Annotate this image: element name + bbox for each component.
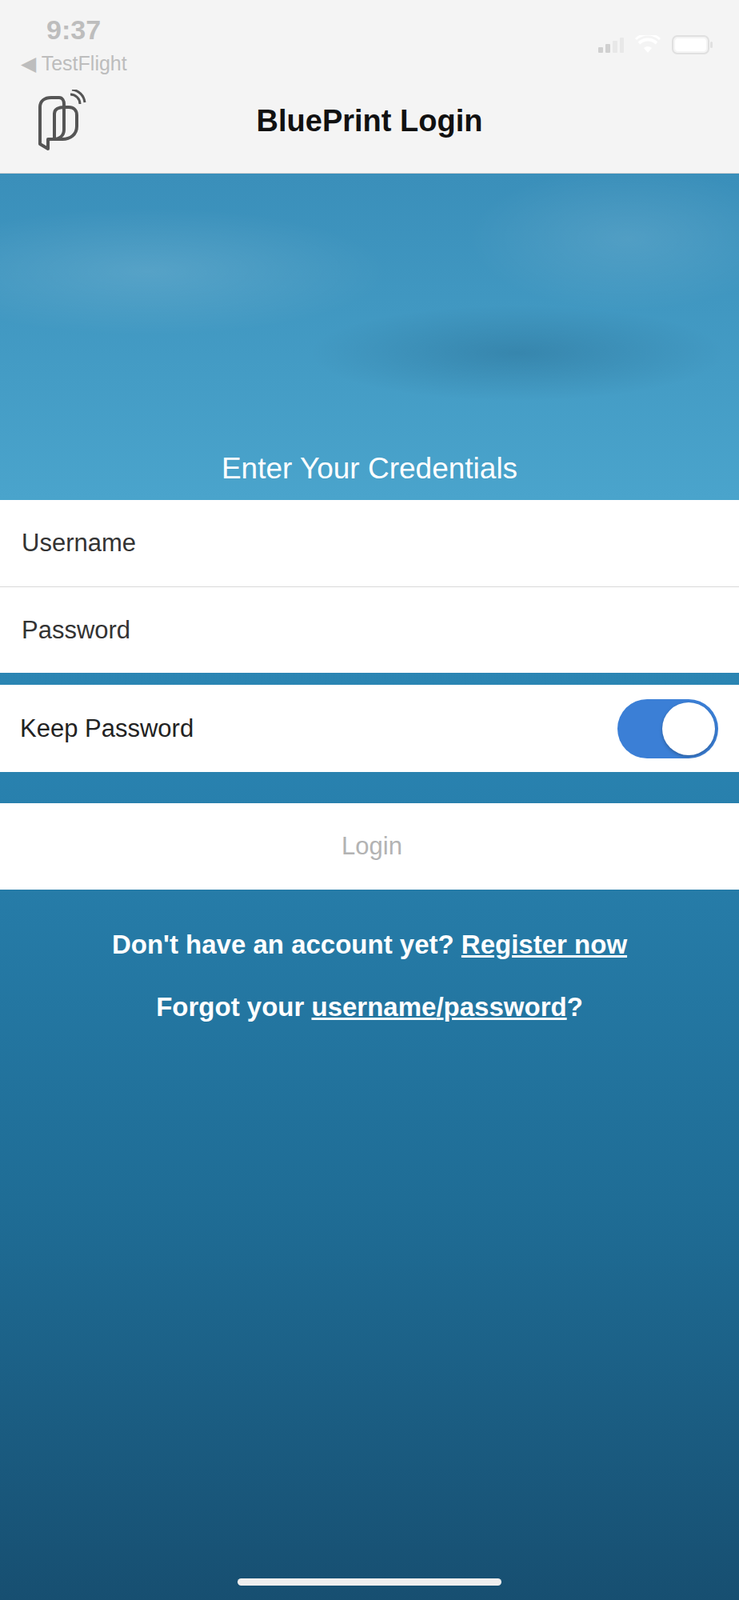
text-field[interactable]	[19, 615, 720, 646]
forgot-line: Forgot your username/password?	[155, 991, 584, 1023]
forgot-password-link[interactable]: password	[443, 991, 568, 1022]
forgot-separator: /	[435, 991, 444, 1022]
credentials-group	[0, 499, 739, 673]
signal-icon	[598, 36, 624, 53]
hero-banner: Enter Your Credentials	[0, 173, 739, 500]
field-row	[0, 586, 739, 673]
status-time: 9:37	[20, 14, 128, 46]
home-indicator	[237, 1577, 502, 1586]
blueprint-logo-icon	[35, 89, 88, 152]
text-field[interactable]	[19, 527, 720, 559]
switch-knob	[662, 702, 716, 755]
nav-bar: BluePrint Login	[0, 79, 739, 173]
back-to-testflight[interactable]: ◀ TestFlight	[20, 51, 128, 76]
battery-icon	[671, 35, 714, 55]
field-row	[0, 499, 739, 587]
wifi-icon	[635, 35, 661, 55]
login-button[interactable]: Login	[0, 802, 739, 890]
login-group: Login	[0, 802, 739, 890]
page-title: BluePrint Login	[91, 103, 739, 139]
forgot-username-link[interactable]: username	[311, 991, 437, 1022]
links: Don't have an account yet? Register now F…	[0, 889, 739, 1023]
keep-password-label: Keep Password	[19, 714, 194, 743]
register-line: Don't have an account yet? Register now	[111, 929, 628, 960]
keep-password-switch[interactable]	[617, 699, 719, 759]
hero-heading: Enter Your Credentials	[221, 451, 518, 486]
status-bar: 9:37 ◀ TestFlight	[0, 0, 739, 80]
keep-password-row: Keep Password	[0, 684, 739, 772]
keep-password-group: Keep Password	[0, 684, 739, 772]
login-screen: 9:37 ◀ TestFlight BluePrint Login Enter You…	[0, 0, 739, 1600]
register-link[interactable]: Register now	[461, 929, 628, 959]
top-area: 9:37 ◀ TestFlight BluePrint Login	[0, 0, 739, 174]
